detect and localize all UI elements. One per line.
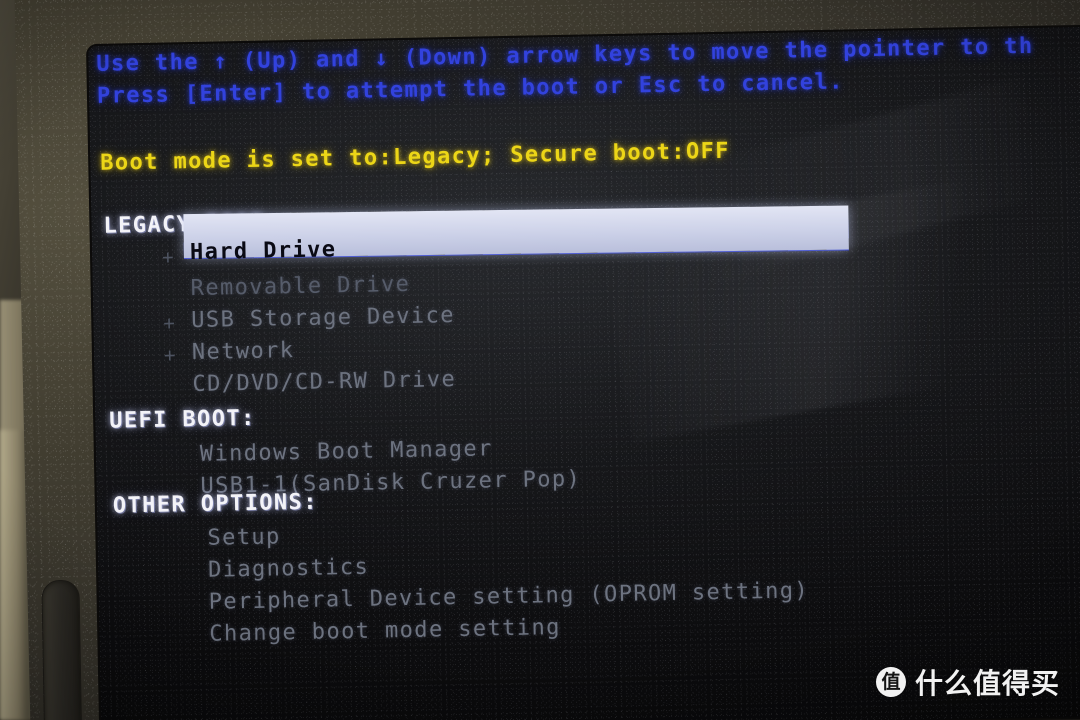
boot-item-peripheral-device-setting[interactable]: Peripheral Device setting (OPROM setting… xyxy=(208,578,809,616)
section-heading-uefi-boot: UEFI BOOT: xyxy=(108,405,256,434)
section-heading-other-options: OTHER OPTIONS: xyxy=(112,489,319,519)
boot-item-diagnostics[interactable]: Diagnostics xyxy=(208,555,370,584)
boot-item-setup[interactable]: Setup xyxy=(207,524,281,551)
boot-item-usb-storage-device[interactable]: USB Storage Device xyxy=(191,303,455,334)
laptop-lcd-panel: Use the ↑ (Up) and ↓ (Down) arrow keys t… xyxy=(88,26,1080,720)
bezel-vent-slot xyxy=(41,579,85,720)
boot-item-hard-drive[interactable]: Hard Drive xyxy=(190,237,337,266)
expand-marker-usb-storage-device[interactable]: + xyxy=(163,310,176,336)
watermark-label: 什么值得买 xyxy=(914,667,1060,700)
boot-item-removable-drive[interactable]: Removable Drive xyxy=(190,272,410,302)
bios-boot-menu: Use the ↑ (Up) and ↓ (Down) arrow keys t… xyxy=(88,27,1080,720)
watermark: 值 什么值得买 xyxy=(875,662,1060,702)
watermark-logo-icon: 值 xyxy=(875,667,906,697)
boot-item-network[interactable]: Network xyxy=(192,338,295,366)
boot-mode-status: Boot mode is set to:Legacy; Secure boot:… xyxy=(100,138,731,176)
boot-item-windows-boot-manager[interactable]: Windows Boot Manager xyxy=(200,436,493,468)
boot-item-cd-dvd-drive[interactable]: CD/DVD/CD-RW Drive xyxy=(192,367,456,398)
photo-of-laptop-boot-menu: Use the ↑ (Up) and ↓ (Down) arrow keys t… xyxy=(0,0,1080,720)
expand-marker-hard-drive[interactable]: + xyxy=(162,244,175,270)
expand-marker-network[interactable]: + xyxy=(164,342,177,368)
boot-item-change-boot-mode-setting[interactable]: Change boot mode setting xyxy=(209,615,561,648)
